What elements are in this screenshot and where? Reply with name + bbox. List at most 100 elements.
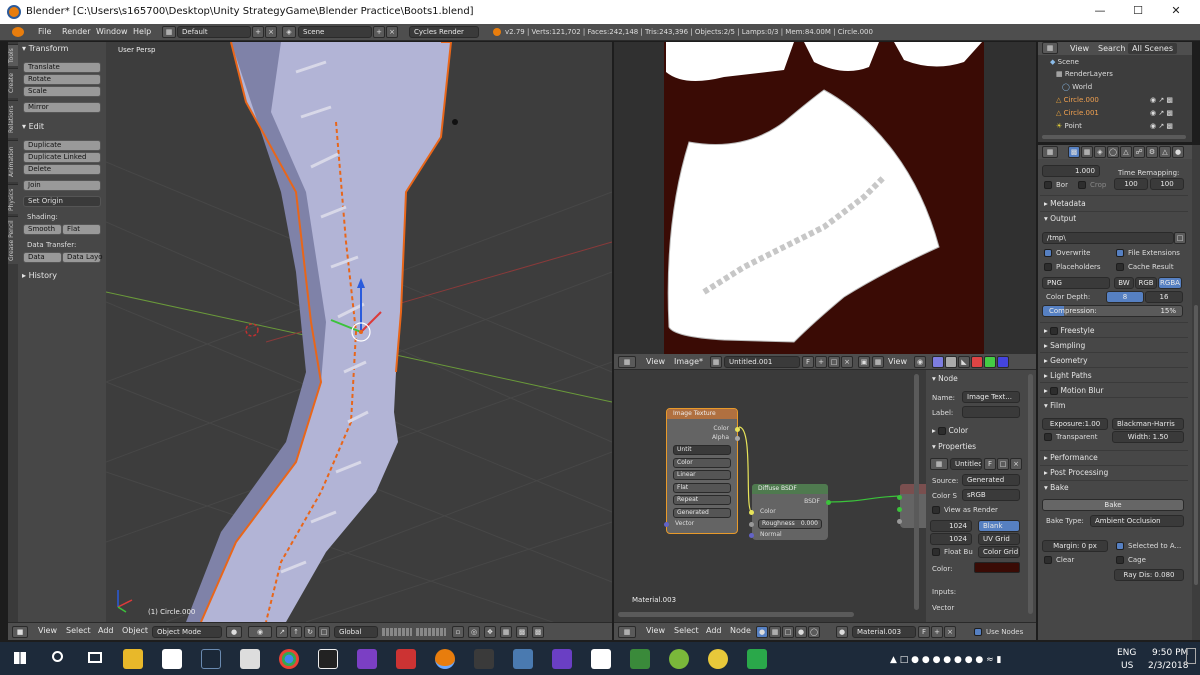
menu-file[interactable]: File [38,27,51,36]
margin-field[interactable]: Margin: 0 px [1042,540,1108,552]
document-icon[interactable] [591,649,611,669]
mode-selector[interactable]: Object Mode [152,626,222,638]
surface-input-socket[interactable] [897,495,902,500]
material-browse-icon[interactable]: ● [836,626,848,638]
compression-slider[interactable]: Compression: 15% [1042,305,1183,317]
app-icon[interactable] [474,649,494,669]
clear-checkbox[interactable] [1044,556,1052,564]
menu-view[interactable]: View [1070,44,1089,53]
world-shader-icon[interactable]: ◯ [808,626,820,638]
transparent-checkbox[interactable] [1044,433,1052,441]
scene-icon[interactable]: ◈ [282,26,296,38]
view-as-render-checkbox[interactable] [932,506,940,514]
menu-search[interactable]: Search [1098,44,1125,53]
gen-height-field[interactable]: 1024 [930,533,972,545]
unlink-image-button[interactable]: × [841,356,853,368]
sampling-panel-header[interactable]: ▸ Sampling [1044,341,1085,350]
pin-icon[interactable]: ▣ [858,356,870,368]
projection-dropdown[interactable]: Flat [673,483,731,493]
fake-user-button[interactable]: F [802,356,814,368]
outliner-item-circle000[interactable]: △ Circle.000 [1056,96,1099,104]
compositing-nodes-icon[interactable]: ▦ [769,626,781,638]
channel-alpha-icon[interactable]: ◣ [958,356,970,368]
system-tray-icons[interactable]: ▲ □ ● ● ● ● ● ● ● ≈ ▮ [890,655,1002,665]
menu-view[interactable]: View [38,626,57,635]
gen-type-color-grid[interactable]: Color Grid [978,546,1020,558]
menu-render[interactable]: Render [62,27,90,36]
colorspace-dropdown[interactable]: sRGB [962,489,1020,501]
menu-add[interactable]: Add [706,626,722,635]
edit-panel-header[interactable]: ▾ Edit [22,122,44,131]
vertical-scrollbar[interactable] [914,374,919,610]
gen-type-uv-grid[interactable]: UV Grid [978,533,1020,545]
fake-user-button[interactable]: F [918,626,930,638]
constraints-tab-icon[interactable]: ☍ [1133,146,1145,158]
history-panel-header[interactable]: ▸ History [22,271,57,280]
task-view-icon[interactable] [88,652,102,663]
gen-width-field[interactable]: 1024 [930,520,972,532]
view-mode-icon[interactable]: ▦ [872,356,884,368]
motion-blur-checkbox[interactable] [1050,387,1059,395]
channel-green-icon[interactable] [984,356,996,368]
editor-type-icon[interactable]: ▦ [1042,146,1058,158]
cage-checkbox[interactable] [1116,556,1124,564]
tab-relations[interactable]: Relations [8,100,18,138]
shading-mode-icon[interactable]: ● [226,626,242,638]
orientation-selector[interactable]: Global [334,626,378,638]
pixel-filter-dropdown[interactable]: Blackman-Harris [1112,418,1184,430]
selected-to-active-checkbox[interactable] [1116,542,1124,550]
bake-type-dropdown[interactable]: Ambient Occlusion [1090,515,1184,527]
duplicate-linked-button[interactable]: Duplicate Linked [23,152,101,163]
manipulator-toggle-icon[interactable]: ↗ [276,626,288,638]
menu-window[interactable]: Window [96,27,128,36]
visibility-eye-icon[interactable]: ◉ ↗ ▩ [1150,122,1173,130]
editor-type-icon[interactable]: ▦ [618,626,636,638]
bw-button[interactable]: BW [1114,277,1134,289]
editor-type-icon[interactable] [12,27,24,37]
freestyle-panel-header[interactable]: ▸ Freestyle [1044,326,1094,335]
open-image-button[interactable]: □ [997,458,1009,470]
image-texture-node[interactable]: Image Texture Color Alpha Untit Color Li… [664,408,740,534]
lamp-icon[interactable] [452,119,458,125]
folder-icon[interactable]: □ [1174,232,1186,244]
menu-view[interactable]: View [646,357,665,366]
menu-image[interactable]: Image* [674,357,703,366]
filter-width-field[interactable]: Width: 1.50 [1112,431,1184,443]
menu-view[interactable]: View [646,626,665,635]
interpolation-dropdown[interactable]: Linear [673,470,731,480]
bsdf-output-socket[interactable] [826,500,831,505]
texture-canvas[interactable] [664,42,984,354]
scale-button[interactable]: Scale [23,86,101,97]
menu-help[interactable]: Help [133,27,151,36]
remap-old-field[interactable]: 100 [1114,178,1148,190]
color-depth-16-button[interactable]: 16 [1145,291,1183,303]
post-processing-panel-header[interactable]: ▸ Post Processing [1044,468,1108,477]
gen-color-swatch[interactable] [974,562,1020,573]
image-source-dropdown[interactable]: Generated [962,474,1020,486]
translate-button[interactable]: Translate [23,62,101,73]
pivot-icon[interactable]: ◉ [248,626,272,638]
visual-studio-2-icon[interactable] [552,649,572,669]
color-input-socket[interactable] [749,510,754,515]
blender-taskbar-icon[interactable] [435,649,455,669]
modifiers-tab-icon[interactable]: ⚙ [1146,146,1158,158]
node-image-field[interactable]: Untit [673,445,731,455]
vector-input-socket[interactable] [664,522,669,527]
outliner-item-world[interactable]: ◯ World [1062,83,1092,91]
channel-rgb-alpha-icon[interactable] [932,356,944,368]
output-panel-header[interactable]: ▾ Output [1044,214,1076,223]
bake-button[interactable]: Bake [1042,499,1184,511]
view-dropdown[interactable]: View [888,357,907,366]
material-name-field[interactable]: Material.003 [852,626,916,638]
scene-remove-button[interactable]: × [386,26,398,38]
channel-rgb-icon[interactable] [945,356,957,368]
bake-panel-header[interactable]: ▾ Bake [1044,483,1069,492]
overwrite-checkbox[interactable] [1044,249,1052,257]
outliner-item-point[interactable]: ☀ Point [1056,122,1082,130]
lock-layers-icon[interactable]: ▫ [452,626,464,638]
join-button[interactable]: Join [23,180,101,191]
store-icon[interactable] [162,649,182,669]
gen-type-blank[interactable]: Blank [978,520,1020,532]
performance-panel-header[interactable]: ▸ Performance [1044,453,1098,462]
freestyle-checkbox[interactable] [1050,327,1059,335]
